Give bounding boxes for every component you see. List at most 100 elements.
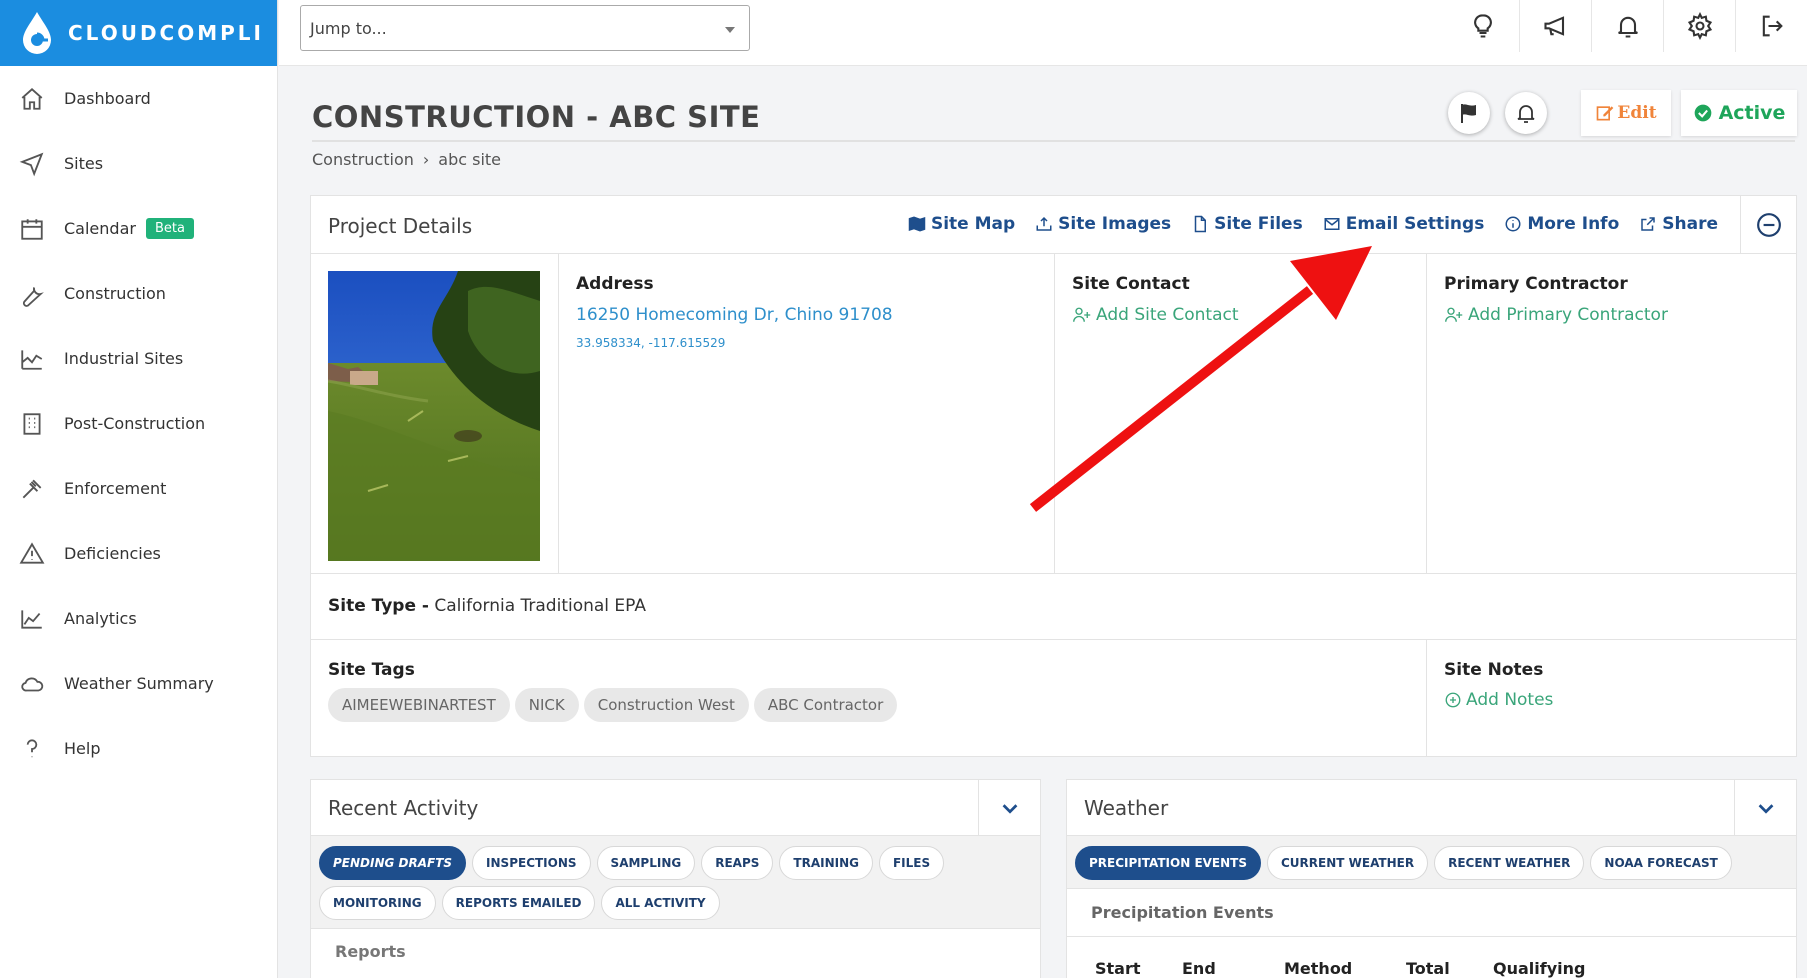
brand-logo[interactable]: CLOUDCOMPLI bbox=[0, 0, 277, 66]
chevron-down-icon bbox=[725, 27, 735, 33]
sidebar-item-dashboard[interactable]: Dashboard bbox=[0, 66, 277, 131]
jump-to-placeholder: Jump to... bbox=[310, 19, 387, 38]
tab-files[interactable]: FILES bbox=[878, 846, 945, 880]
site-tags: AIMEEWEBINARTEST NICK Construction West … bbox=[328, 688, 898, 722]
site-image-column bbox=[311, 254, 559, 574]
add-primary-contractor-link[interactable]: Add Primary Contractor bbox=[1444, 305, 1668, 325]
sidebar-item-label: Calendar bbox=[64, 219, 136, 238]
share-label: Share bbox=[1662, 214, 1718, 234]
project-details-card: Project Details Site Map Site Images Sit… bbox=[310, 195, 1797, 757]
column-header-total[interactable]: Total bbox=[1406, 959, 1493, 978]
sidebar-item-label: Sites bbox=[64, 154, 104, 173]
address-column: Address 16250 Homecoming Dr, Chino 91708… bbox=[559, 254, 1055, 574]
primary-contractor-column: Primary Contractor Add Primary Contracto… bbox=[1427, 254, 1796, 574]
sidebar-item-weather-summary[interactable]: Weather Summary bbox=[0, 651, 277, 716]
breadcrumb-construction[interactable]: Construction bbox=[312, 150, 414, 169]
weather-toggle[interactable] bbox=[1734, 780, 1796, 836]
question-icon bbox=[18, 735, 46, 763]
bell-icon[interactable] bbox=[1591, 0, 1663, 52]
collapse-button[interactable] bbox=[1740, 196, 1796, 254]
site-tag[interactable]: NICK bbox=[514, 688, 579, 722]
tab-current-weather[interactable]: CURRENT WEATHER bbox=[1267, 846, 1429, 880]
column-header-method[interactable]: Method bbox=[1284, 959, 1406, 978]
home-icon bbox=[18, 85, 46, 113]
tab-noaa-forecast[interactable]: NOAA FORECAST bbox=[1590, 846, 1732, 880]
email-settings-link[interactable]: Email Settings bbox=[1323, 214, 1484, 234]
site-map-link[interactable]: Site Map bbox=[908, 214, 1015, 234]
add-primary-contractor-label: Add Primary Contractor bbox=[1468, 305, 1668, 325]
edit-button[interactable]: Edit bbox=[1581, 90, 1671, 136]
wrench-icon bbox=[18, 280, 46, 308]
jump-to-select[interactable]: Jump to... bbox=[300, 5, 750, 51]
add-notes-label: Add Notes bbox=[1466, 690, 1554, 710]
tags-notes-row: Site Tags AIMEEWEBINARTEST NICK Construc… bbox=[311, 640, 1796, 756]
sidebar-item-construction[interactable]: Construction bbox=[0, 261, 277, 326]
project-info-row: Address 16250 Homecoming Dr, Chino 91708… bbox=[311, 254, 1796, 574]
envelope-icon bbox=[1324, 218, 1340, 230]
add-site-contact-link[interactable]: Add Site Contact bbox=[1072, 305, 1239, 325]
more-info-label: More Info bbox=[1527, 214, 1620, 234]
sidebar-item-calendar[interactable]: Calendar Beta bbox=[0, 196, 277, 261]
tab-reaps[interactable]: REAPS bbox=[701, 846, 774, 880]
tab-reports-emailed[interactable]: REPORTS EMAILED bbox=[441, 886, 596, 920]
recent-activity-card: Recent Activity PENDING DRAFTS INSPECTIO… bbox=[310, 779, 1041, 978]
column-header-start[interactable]: Start bbox=[1095, 959, 1182, 978]
top-icon-group bbox=[1447, 0, 1807, 52]
recent-activity-toggle[interactable] bbox=[978, 780, 1040, 836]
more-info-link[interactable]: More Info bbox=[1504, 214, 1619, 234]
site-contact-column: Site Contact Add Site Contact bbox=[1055, 254, 1427, 574]
minus-circle-icon bbox=[1756, 213, 1781, 237]
site-files-link[interactable]: Site Files bbox=[1191, 214, 1303, 234]
recent-activity-header: Recent Activity bbox=[311, 780, 1040, 836]
tab-inspections[interactable]: INSPECTIONS bbox=[472, 846, 591, 880]
sidebar-item-enforcement[interactable]: Enforcement bbox=[0, 456, 277, 521]
flag-button[interactable] bbox=[1448, 92, 1490, 134]
sidebar-item-analytics[interactable]: Analytics bbox=[0, 586, 277, 651]
tab-pending-drafts[interactable]: PENDING DRAFTS bbox=[319, 846, 467, 880]
logout-icon[interactable] bbox=[1735, 0, 1807, 52]
site-notes-heading: Site Notes bbox=[1444, 660, 1544, 680]
tab-all-activity[interactable]: ALL ACTIVITY bbox=[601, 886, 720, 920]
sidebar-item-help[interactable]: Help bbox=[0, 716, 277, 781]
chevron-down-icon bbox=[1002, 804, 1017, 814]
megaphone-icon[interactable] bbox=[1519, 0, 1591, 52]
status-label: Active bbox=[1718, 102, 1786, 124]
tab-recent-weather[interactable]: RECENT WEATHER bbox=[1434, 846, 1585, 880]
site-tag[interactable]: AIMEEWEBINARTEST bbox=[328, 688, 510, 722]
sidebar-item-post-construction[interactable]: Post-Construction bbox=[0, 391, 277, 456]
address-link[interactable]: 16250 Homecoming Dr, Chino 91708 bbox=[576, 305, 893, 325]
coordinates-link[interactable]: 33.958334, -117.615529 bbox=[576, 336, 725, 350]
column-header-end[interactable]: End bbox=[1182, 959, 1284, 978]
site-tag[interactable]: ABC Contractor bbox=[753, 688, 898, 722]
gavel-icon bbox=[18, 475, 46, 503]
notification-bell-button[interactable] bbox=[1505, 92, 1547, 134]
precipitation-events-heading: Precipitation Events bbox=[1067, 889, 1796, 937]
sidebar-item-deficiencies[interactable]: Deficiencies bbox=[0, 521, 277, 586]
share-link[interactable]: Share bbox=[1639, 214, 1718, 234]
sidebar-item-industrial-sites[interactable]: Industrial Sites bbox=[0, 326, 277, 391]
site-images-link[interactable]: Site Images bbox=[1035, 214, 1171, 234]
site-photo[interactable] bbox=[328, 271, 540, 561]
tab-precipitation-events[interactable]: PRECIPITATION EVENTS bbox=[1075, 846, 1261, 880]
site-type-row: Site Type - California Traditional EPA bbox=[311, 574, 1796, 640]
status-active-button[interactable]: Active bbox=[1681, 90, 1797, 136]
site-tag[interactable]: Construction West bbox=[583, 688, 749, 722]
sidebar-item-label: Dashboard bbox=[64, 89, 151, 108]
lightbulb-icon[interactable] bbox=[1447, 0, 1519, 52]
column-header-qualifying[interactable]: Qualifying bbox=[1493, 959, 1585, 978]
breadcrumb-current: abc site bbox=[438, 150, 502, 169]
tab-monitoring[interactable]: MONITORING bbox=[319, 886, 436, 920]
image-upload-icon bbox=[1036, 216, 1052, 231]
sidebar-item-label: Industrial Sites bbox=[64, 349, 184, 368]
project-details-header: Project Details Site Map Site Images Sit… bbox=[311, 196, 1796, 254]
tab-training[interactable]: TRAINING bbox=[779, 846, 873, 880]
add-notes-link[interactable]: Add Notes bbox=[1444, 690, 1553, 710]
gear-icon[interactable] bbox=[1663, 0, 1735, 52]
project-details-title: Project Details bbox=[328, 214, 473, 238]
weather-title: Weather bbox=[1084, 796, 1169, 820]
precipitation-table-header: Start End Method Total Qualifying bbox=[1067, 937, 1796, 978]
sidebar-item-label: Construction bbox=[64, 284, 166, 303]
sidebar-item-sites[interactable]: Sites bbox=[0, 131, 277, 196]
site-contact-heading: Site Contact bbox=[1072, 274, 1190, 294]
tab-sampling[interactable]: SAMPLING bbox=[596, 846, 696, 880]
